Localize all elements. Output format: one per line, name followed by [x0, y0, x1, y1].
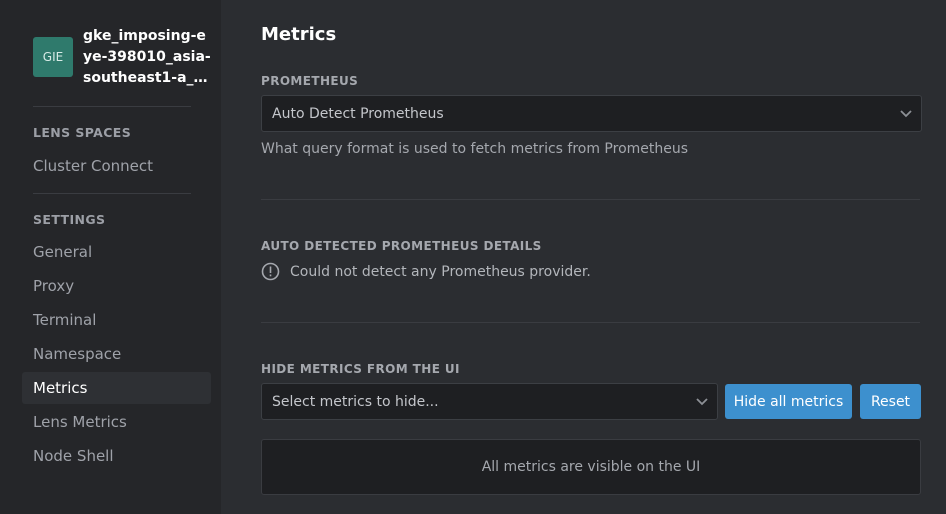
cluster-name: gke_imposing-eye-398010_asia-southeast1-… — [83, 28, 213, 86]
sidebar-item-cluster-connect[interactable]: Cluster Connect — [22, 150, 211, 182]
hide-metrics-placeholder: Select metrics to hide... — [272, 393, 439, 410]
chevron-down-icon — [900, 110, 912, 118]
cluster-header[interactable]: GIE gke_imposing-eye-398010_asia-southea… — [33, 26, 213, 90]
sidebar-divider — [33, 106, 191, 107]
reset-button[interactable]: Reset — [860, 384, 921, 419]
app-window: GIE gke_imposing-eye-398010_asia-southea… — [0, 0, 946, 514]
sidebar-item-lens-metrics[interactable]: Lens Metrics — [22, 406, 211, 438]
prometheus-select-value: Auto Detect Prometheus — [272, 105, 444, 122]
hidden-metrics-list: All metrics are visible on the UI — [261, 439, 921, 495]
sidebar-item-namespace[interactable]: Namespace — [22, 338, 211, 370]
prometheus-label: PROMETHEUS — [261, 74, 359, 88]
cluster-avatar: GIE — [33, 37, 73, 77]
sidebar-heading-settings: SETTINGS — [33, 212, 106, 227]
sidebar-item-proxy[interactable]: Proxy — [22, 270, 211, 302]
sidebar-heading-lens-spaces: LENS SPACES — [33, 125, 132, 140]
chevron-down-icon — [696, 398, 708, 406]
empty-message: All metrics are visible on the UI — [481, 459, 701, 475]
sidebar-divider — [33, 193, 191, 194]
hide-metrics-label: HIDE METRICS FROM THE UI — [261, 362, 460, 376]
sidebar-item-node-shell[interactable]: Node Shell — [22, 440, 211, 472]
detect-message: Could not detect any Prometheus provider… — [290, 263, 591, 280]
detect-status: Could not detect any Prometheus provider… — [261, 262, 591, 281]
hide-all-metrics-button[interactable]: Hide all metrics — [725, 384, 852, 419]
sidebar-item-terminal[interactable]: Terminal — [22, 304, 211, 336]
sidebar-item-metrics[interactable]: Metrics — [22, 372, 211, 404]
sidebar: GIE gke_imposing-eye-398010_asia-southea… — [0, 0, 221, 514]
page-title: Metrics — [261, 24, 337, 45]
auto-detected-label: AUTO DETECTED PROMETHEUS DETAILS — [261, 239, 542, 253]
hide-metrics-select[interactable]: Select metrics to hide... — [261, 383, 718, 420]
prometheus-hint: What query format is used to fetch metri… — [261, 141, 689, 157]
section-divider — [261, 199, 920, 200]
section-divider — [261, 322, 920, 323]
sidebar-item-general[interactable]: General — [22, 236, 211, 268]
info-circle-icon — [261, 262, 280, 281]
main-content: Metrics PROMETHEUS Auto Detect Prometheu… — [221, 0, 946, 514]
prometheus-select[interactable]: Auto Detect Prometheus — [261, 95, 922, 132]
